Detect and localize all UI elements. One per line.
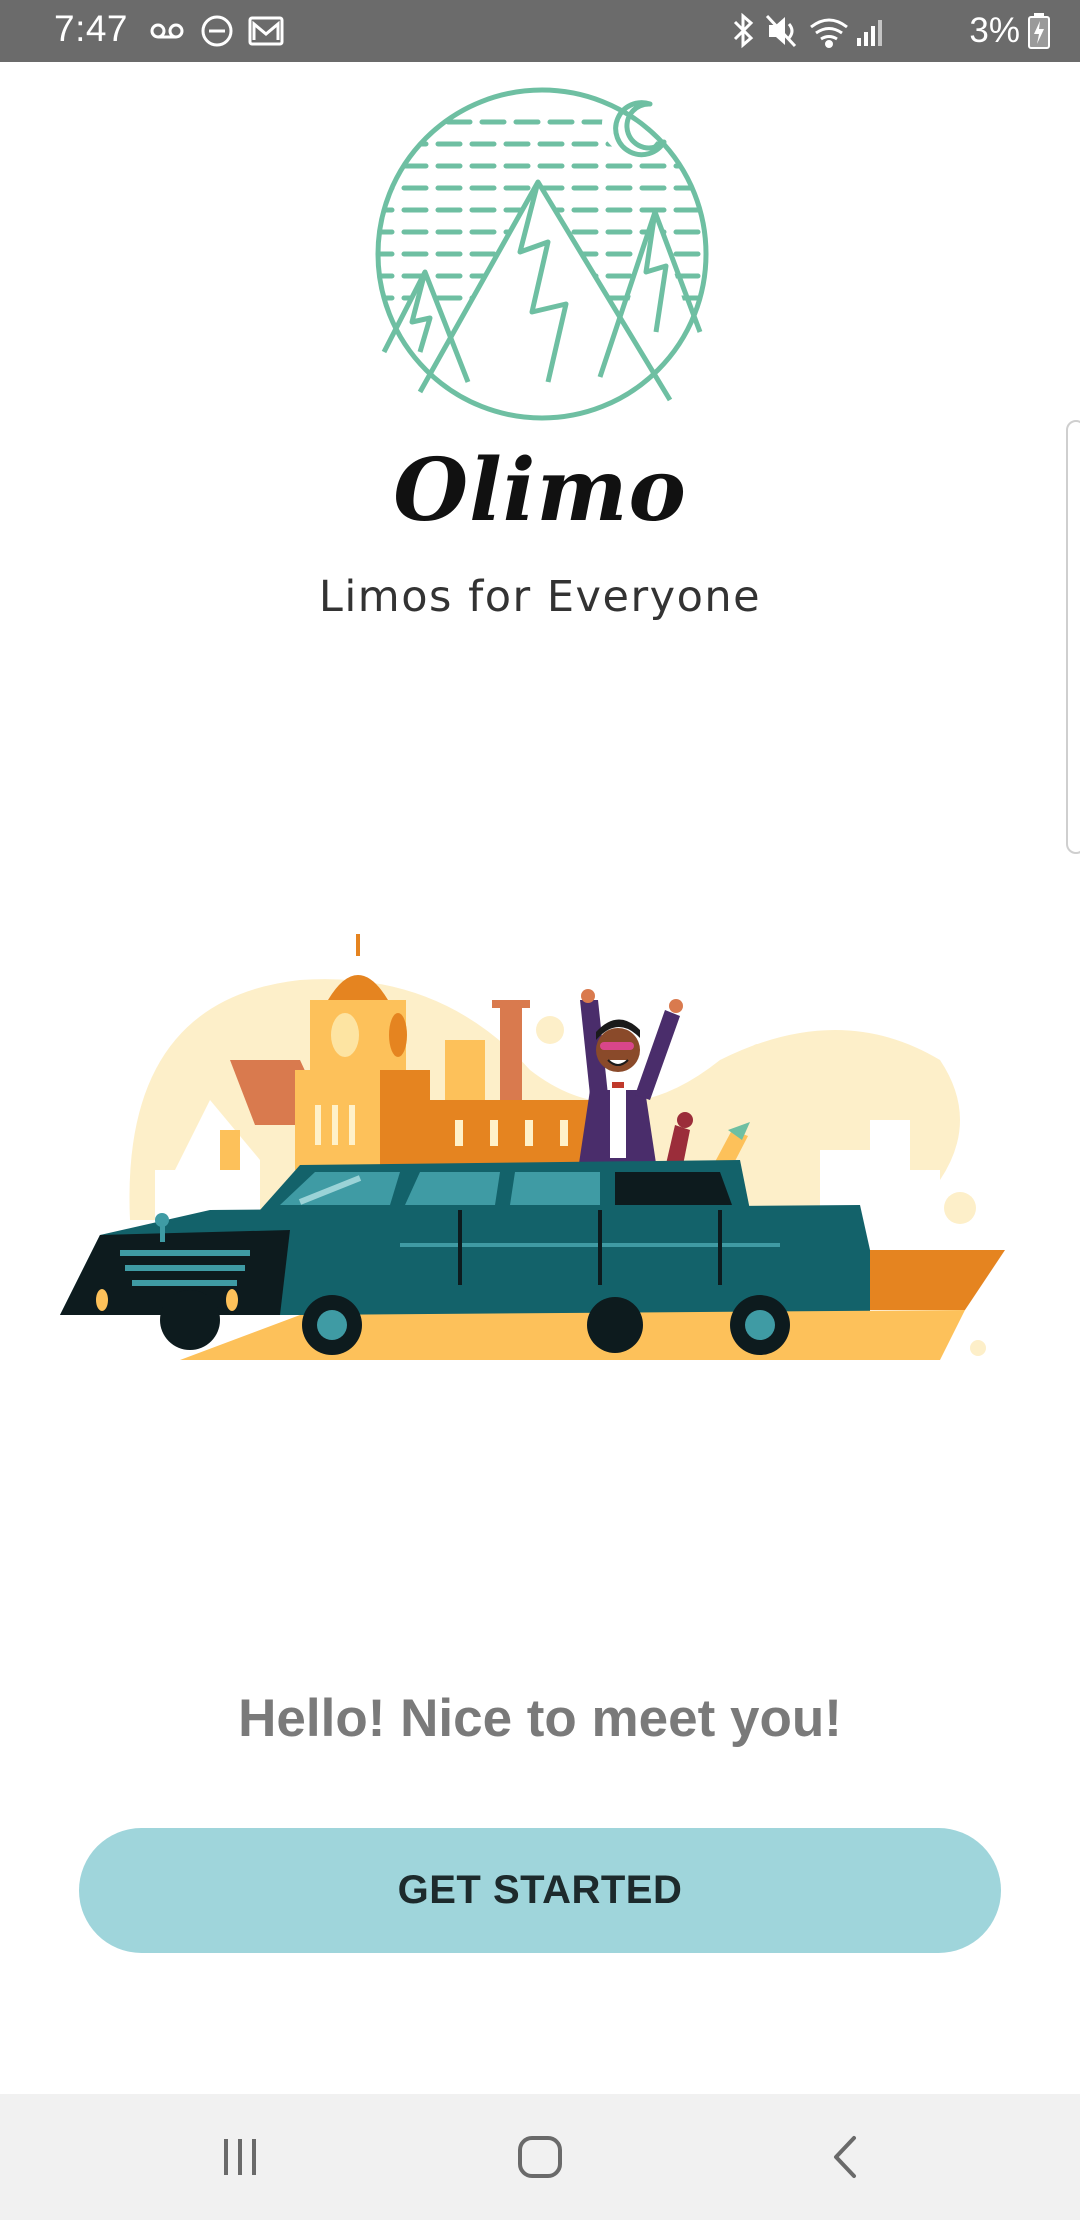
home-icon (518, 2136, 562, 2178)
back-button[interactable] (795, 2124, 895, 2190)
mute-icon (766, 14, 797, 48)
get-started-button[interactable]: GET STARTED (79, 1828, 1001, 1953)
status-right-icons: 3% (729, 11, 1050, 50)
recents-button[interactable] (190, 2124, 290, 2190)
edge-panel-handle[interactable] (1066, 420, 1080, 854)
navigation-bar (0, 2094, 1080, 2220)
home-button[interactable] (490, 2124, 590, 2190)
battery-percentage: 3% (969, 11, 1020, 50)
bluetooth-icon (734, 12, 754, 49)
voicemail-icon (150, 23, 184, 39)
signal-icon (857, 20, 883, 46)
brand-tagline: Limos for Everyone (318, 572, 762, 622)
status-time: 7:47 (54, 8, 129, 49)
do-not-disturb-icon (201, 15, 233, 47)
greeting-text: Hello! Nice to meet you! (238, 1689, 842, 1748)
battery-charging-icon (1028, 13, 1050, 49)
limo-celebration-illustration (60, 934, 1005, 1360)
gmail-icon (248, 16, 284, 46)
recents-icon (224, 2139, 256, 2175)
status-left-icons (150, 14, 300, 48)
olimo-logo-icon (375, 87, 709, 421)
back-icon (834, 2136, 856, 2178)
status-bar: 7:47 3% (0, 0, 1080, 62)
brand-name: Olimo (393, 440, 687, 541)
wifi-icon (810, 18, 849, 48)
